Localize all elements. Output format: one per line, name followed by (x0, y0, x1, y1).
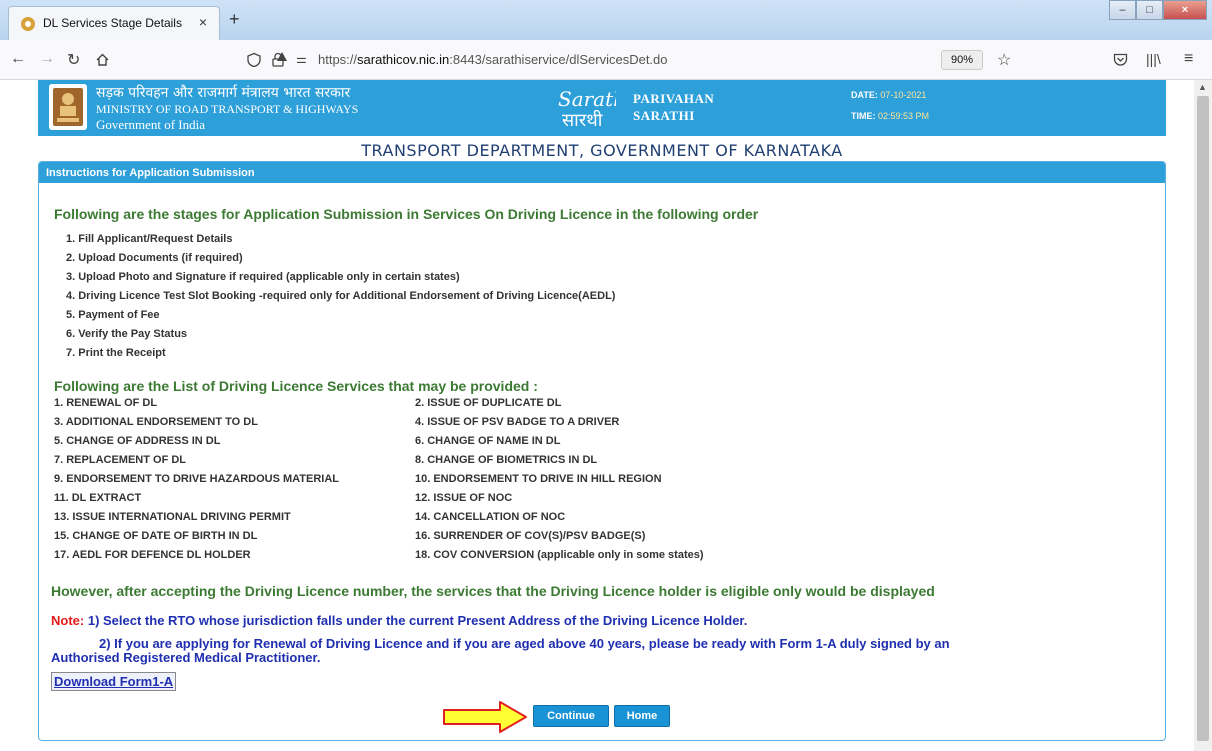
home-icon[interactable] (95, 52, 110, 67)
panel-heading: Instructions for Application Submission (39, 162, 1165, 183)
list-item: 2. Upload Documents (if required) (66, 252, 243, 264)
home-button[interactable]: Home (614, 705, 670, 727)
logo-parivahan-text: PARIVAHAN (633, 91, 715, 106)
menu-icon[interactable]: ≡ (1184, 50, 1193, 68)
zoom-level[interactable]: 90% (941, 50, 983, 70)
permissions-icon[interactable]: ⚌ (296, 52, 307, 66)
stages-heading: Following are the stages for Application… (54, 206, 759, 222)
tracking-shield-icon[interactable] (246, 52, 262, 68)
services-heading: Following are the List of Driving Licenc… (54, 378, 538, 394)
list-item: 4. ISSUE OF PSV BADGE TO A DRIVER (415, 416, 620, 428)
browser-toolbar: ← → ↻ ⚌ https://sarathicov.nic.in:8443/s… (0, 40, 1212, 80)
url-prefix: https:// (318, 52, 358, 67)
bookmark-star-icon[interactable]: ☆ (997, 50, 1011, 70)
site-header: सड़क परिवहन और राजमार्ग मंत्रालय भारत सर… (38, 80, 1166, 136)
list-item: 18. COV CONVERSION (applicable only in s… (415, 549, 704, 561)
list-item: 2. ISSUE OF DUPLICATE DL (415, 397, 562, 409)
page-content: सड़क परिवहन और राजमार्ग मंत्रालय भारत सर… (38, 80, 1166, 751)
sarathi-logo: Sarathi सारथी (558, 87, 616, 130)
services-column-left: 1. RENEWAL OF DL 3. ADDITIONAL ENDORSEME… (54, 397, 339, 568)
yellow-arrow-icon (443, 701, 527, 733)
list-item: 3. Upload Photo and Signature if require… (66, 271, 460, 283)
close-window-icon[interactable]: × (1163, 0, 1207, 20)
list-item: 5. CHANGE OF ADDRESS IN DL (54, 435, 221, 447)
list-item: 8. CHANGE OF BIOMETRICS IN DL (415, 454, 598, 466)
new-tab-icon[interactable]: + (229, 9, 240, 30)
lock-warning-icon[interactable] (270, 51, 287, 68)
vertical-scrollbar[interactable]: ▲ (1194, 80, 1212, 751)
list-item: 16. SURRENDER OF COV(S)/PSV BADGE(S) (415, 530, 646, 542)
site-favicon-icon (21, 17, 35, 31)
browser-titlebar: DL Services Stage Details × + – □ × (0, 0, 1212, 40)
list-item: 1. Fill Applicant/Request Details (66, 233, 233, 245)
national-emblem-icon (49, 84, 87, 130)
window-controls: – □ × (1109, 0, 1207, 20)
list-item: 9. ENDORSEMENT TO DRIVE HAZARDOUS MATERI… (54, 473, 339, 485)
list-item: 13. ISSUE INTERNATIONAL DRIVING PERMIT (54, 511, 291, 523)
list-item: 17. AEDL FOR DEFENCE DL HOLDER (54, 549, 251, 561)
svg-text:Sarathi: Sarathi (558, 87, 616, 111)
note-2: 2) If you are applying for Renewal of Dr… (99, 636, 950, 651)
continue-button[interactable]: Continue (533, 705, 609, 727)
back-arrow-icon[interactable]: ← (10, 50, 26, 68)
services-column-right: 2. ISSUE OF DUPLICATE DL 4. ISSUE OF PSV… (415, 397, 704, 568)
list-item: 15. CHANGE OF DATE OF BIRTH IN DL (54, 530, 258, 542)
hindi-ministry-title: सड़क परिवहन और राजमार्ग मंत्रालय भारत सर… (96, 85, 351, 101)
ministry-title: MINISTRY OF ROAD TRANSPORT & HIGHWAYS (96, 102, 359, 116)
list-item: 7. REPLACEMENT OF DL (54, 454, 187, 466)
list-item: 5. Payment of Fee (66, 309, 160, 321)
tab-close-icon[interactable]: × (199, 14, 207, 30)
list-item: 1. RENEWAL OF DL (54, 397, 158, 409)
url-bar[interactable]: https://sarathicov.nic.in:8443/sarathise… (318, 52, 668, 67)
time-value: 02:59:53 PM (878, 111, 930, 121)
note-1: Note: 1) Select the RTO whose jurisdicti… (51, 613, 747, 628)
forward-arrow-icon[interactable]: → (39, 50, 55, 68)
note-label: Note: (51, 613, 85, 628)
department-title: TRANSPORT DEPARTMENT, GOVERNMENT OF KARN… (361, 141, 843, 160)
time-display: TIME: 02:59:53 PM (851, 111, 929, 121)
date-label: DATE: (851, 90, 878, 100)
list-item: 7. Print the Receipt (66, 347, 166, 359)
url-host: sarathicov.nic.in (357, 52, 450, 67)
eligibility-text: However, after accepting the Driving Lic… (51, 583, 935, 599)
note-1-text: 1) Select the RTO whose jurisdiction fal… (87, 613, 748, 628)
logo-sarathi-text: SARATHI (633, 108, 695, 123)
scrollbar-thumb[interactable] (1197, 96, 1209, 741)
scroll-up-icon[interactable]: ▲ (1198, 82, 1207, 92)
date-display: DATE: 07-10-2021 (851, 90, 926, 100)
time-label: TIME: (851, 111, 876, 121)
pocket-icon[interactable] (1113, 53, 1128, 67)
browser-tab[interactable]: DL Services Stage Details × (8, 6, 220, 40)
list-item: 3. ADDITIONAL ENDORSEMENT TO DL (54, 416, 258, 428)
library-icon[interactable]: |||\ (1146, 51, 1161, 67)
svg-text:सारथी: सारथी (562, 109, 603, 130)
stages-list: 1. Fill Applicant/Request Details 2. Upl… (66, 233, 615, 366)
list-item: 10. ENDORSEMENT TO DRIVE IN HILL REGION (415, 473, 662, 485)
list-item: 12. ISSUE OF NOC (415, 492, 513, 504)
government-title: Government of India (96, 117, 206, 132)
list-item: 11. DL EXTRACT (54, 492, 142, 504)
tab-title: DL Services Stage Details (43, 16, 182, 30)
date-value: 07-10-2021 (880, 90, 927, 100)
download-form-link[interactable]: Download Form1-A (51, 672, 177, 691)
minimize-icon[interactable]: – (1109, 0, 1136, 20)
maximize-icon[interactable]: □ (1136, 0, 1163, 20)
note-2-continued: Authorised Registered Medical Practition… (51, 650, 321, 665)
page-viewport: ▲ सड़क परिवहन और राजमार्ग मंत्रालय भारत … (0, 80, 1212, 751)
list-item: 6. Verify the Pay Status (66, 328, 188, 340)
list-item: 14. CANCELLATION OF NOC (415, 511, 566, 523)
list-item: 4. Driving Licence Test Slot Booking -re… (66, 290, 616, 302)
reload-icon[interactable]: ↻ (67, 50, 80, 70)
url-path: :8443/sarathiservice/dlServicesDet.do (449, 52, 668, 67)
list-item: 6. CHANGE OF NAME IN DL (415, 435, 561, 447)
